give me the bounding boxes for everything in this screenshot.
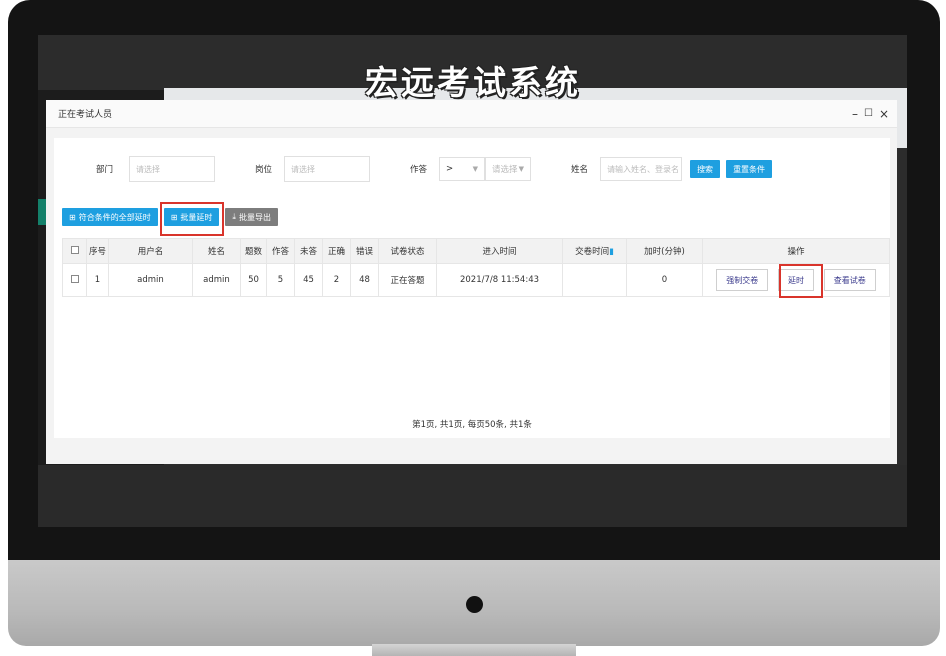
window-controls: – ☐ ×: [852, 107, 889, 121]
column-header-label: 交卷时间: [575, 247, 610, 257]
cell-correct: 2: [322, 263, 351, 297]
plus-square-icon: ⊞: [69, 212, 76, 222]
sort-icon: ▮: [609, 247, 614, 257]
search-button[interactable]: 搜索: [690, 160, 721, 178]
filter-bar: 部门 请选择 岗位 请选择 作答 > ▼ 请选择 ▼ 姓名 请输入姓名、登录名 …: [54, 138, 890, 200]
download-icon: ⤓: [232, 212, 236, 221]
answered-count-select[interactable]: 请选择 ▼: [485, 157, 532, 181]
position-select[interactable]: 请选择: [284, 156, 371, 182]
background-footer: [38, 465, 907, 527]
monitor-logo-dot: [466, 596, 483, 613]
batch-export-label: 批量导出: [238, 212, 271, 222]
batch-export-button[interactable]: ⤓ 批量导出: [225, 208, 278, 226]
close-icon[interactable]: ×: [879, 107, 889, 121]
cell-name: admin: [192, 263, 241, 297]
operator-select[interactable]: > ▼: [439, 157, 486, 181]
participants-list: ⊞ 符合条件的全部延时 ⊞ 批量延时 ⤓ 批量导出 序号 用户名 姓名 题数 作…: [54, 200, 890, 438]
force-submit-button[interactable]: 强制交卷: [716, 269, 769, 291]
highlight-box-extend: [779, 264, 823, 298]
name-label: 姓名: [571, 165, 589, 175]
cell-answered: 5: [266, 263, 295, 297]
column-header: 题数: [240, 238, 267, 264]
column-header: 序号: [86, 238, 109, 264]
monitor-stand: [372, 644, 576, 656]
maximize-icon[interactable]: ☐: [864, 108, 873, 119]
cell-questions: 50: [240, 263, 267, 297]
position-label: 岗位: [255, 165, 273, 175]
cell-wrong: 48: [350, 263, 379, 297]
column-header-submit-time[interactable]: 交卷时间▮: [562, 238, 627, 264]
table-header-row: 序号 用户名 姓名 题数 作答 未答 正确 错误 试卷状态 进入时间 交卷时间▮…: [62, 238, 890, 264]
answered-label: 作答: [410, 165, 428, 175]
chevron-down-icon: ▼: [518, 165, 525, 173]
cell-extra-minutes: 0: [626, 263, 703, 297]
name-input[interactable]: 请输入姓名、登录名: [600, 157, 683, 181]
cell-username: admin: [108, 263, 193, 297]
column-header: 试卷状态: [378, 238, 437, 264]
background-accent: [38, 199, 46, 225]
minimize-icon[interactable]: –: [852, 107, 858, 121]
exam-participants-modal: 正在考试人员 – ☐ × 部门 请选择 岗位 请选择 作答 > ▼ 请选择 ▼ …: [46, 100, 897, 464]
department-label: 部门: [96, 165, 114, 175]
extend-all-matching-button[interactable]: ⊞ 符合条件的全部延时: [62, 208, 158, 226]
modal-title: 正在考试人员: [58, 110, 113, 120]
app-title: 宏远考试系统: [365, 63, 581, 102]
column-header: 姓名: [192, 238, 241, 264]
pagination-info: 第1页, 共1页, 每页50条, 共1条: [412, 420, 532, 430]
cell-unanswered: 45: [294, 263, 323, 297]
answered-select-placeholder: 请选择: [492, 165, 518, 175]
row-checkbox[interactable]: [62, 263, 87, 297]
column-header: 未答: [294, 238, 323, 264]
column-header: 正确: [322, 238, 351, 264]
department-select[interactable]: 请选择: [129, 156, 216, 182]
table-row: 1 admin admin 50 5 45 2 48 正在答题 2021/7/8…: [62, 263, 890, 297]
cell-status: 正在答题: [378, 263, 437, 297]
column-header: 作答: [266, 238, 295, 264]
column-header: 错误: [350, 238, 379, 264]
cell-entry-time: 2021/7/8 11:54:43: [436, 263, 563, 297]
reset-filters-button[interactable]: 重置条件: [726, 160, 773, 178]
cell-index: 1: [86, 263, 109, 297]
highlight-box-batch-extend: [160, 202, 224, 236]
chevron-down-icon: ▼: [472, 165, 479, 173]
participants-table: 序号 用户名 姓名 题数 作答 未答 正确 错误 试卷状态 进入时间 交卷时间▮…: [62, 238, 890, 297]
extend-all-label: 符合条件的全部延时: [78, 212, 151, 222]
column-header: 加时(分钟): [626, 238, 703, 264]
column-header: 操作: [702, 238, 890, 264]
view-paper-button[interactable]: 查看试卷: [823, 269, 876, 291]
operator-value: >: [446, 164, 454, 174]
column-header: 进入时间: [436, 238, 563, 264]
cell-submit-time: [562, 263, 627, 297]
select-all-checkbox[interactable]: [62, 238, 87, 264]
column-header: 用户名: [108, 238, 193, 264]
modal-header: 正在考试人员 – ☐ ×: [46, 100, 897, 128]
